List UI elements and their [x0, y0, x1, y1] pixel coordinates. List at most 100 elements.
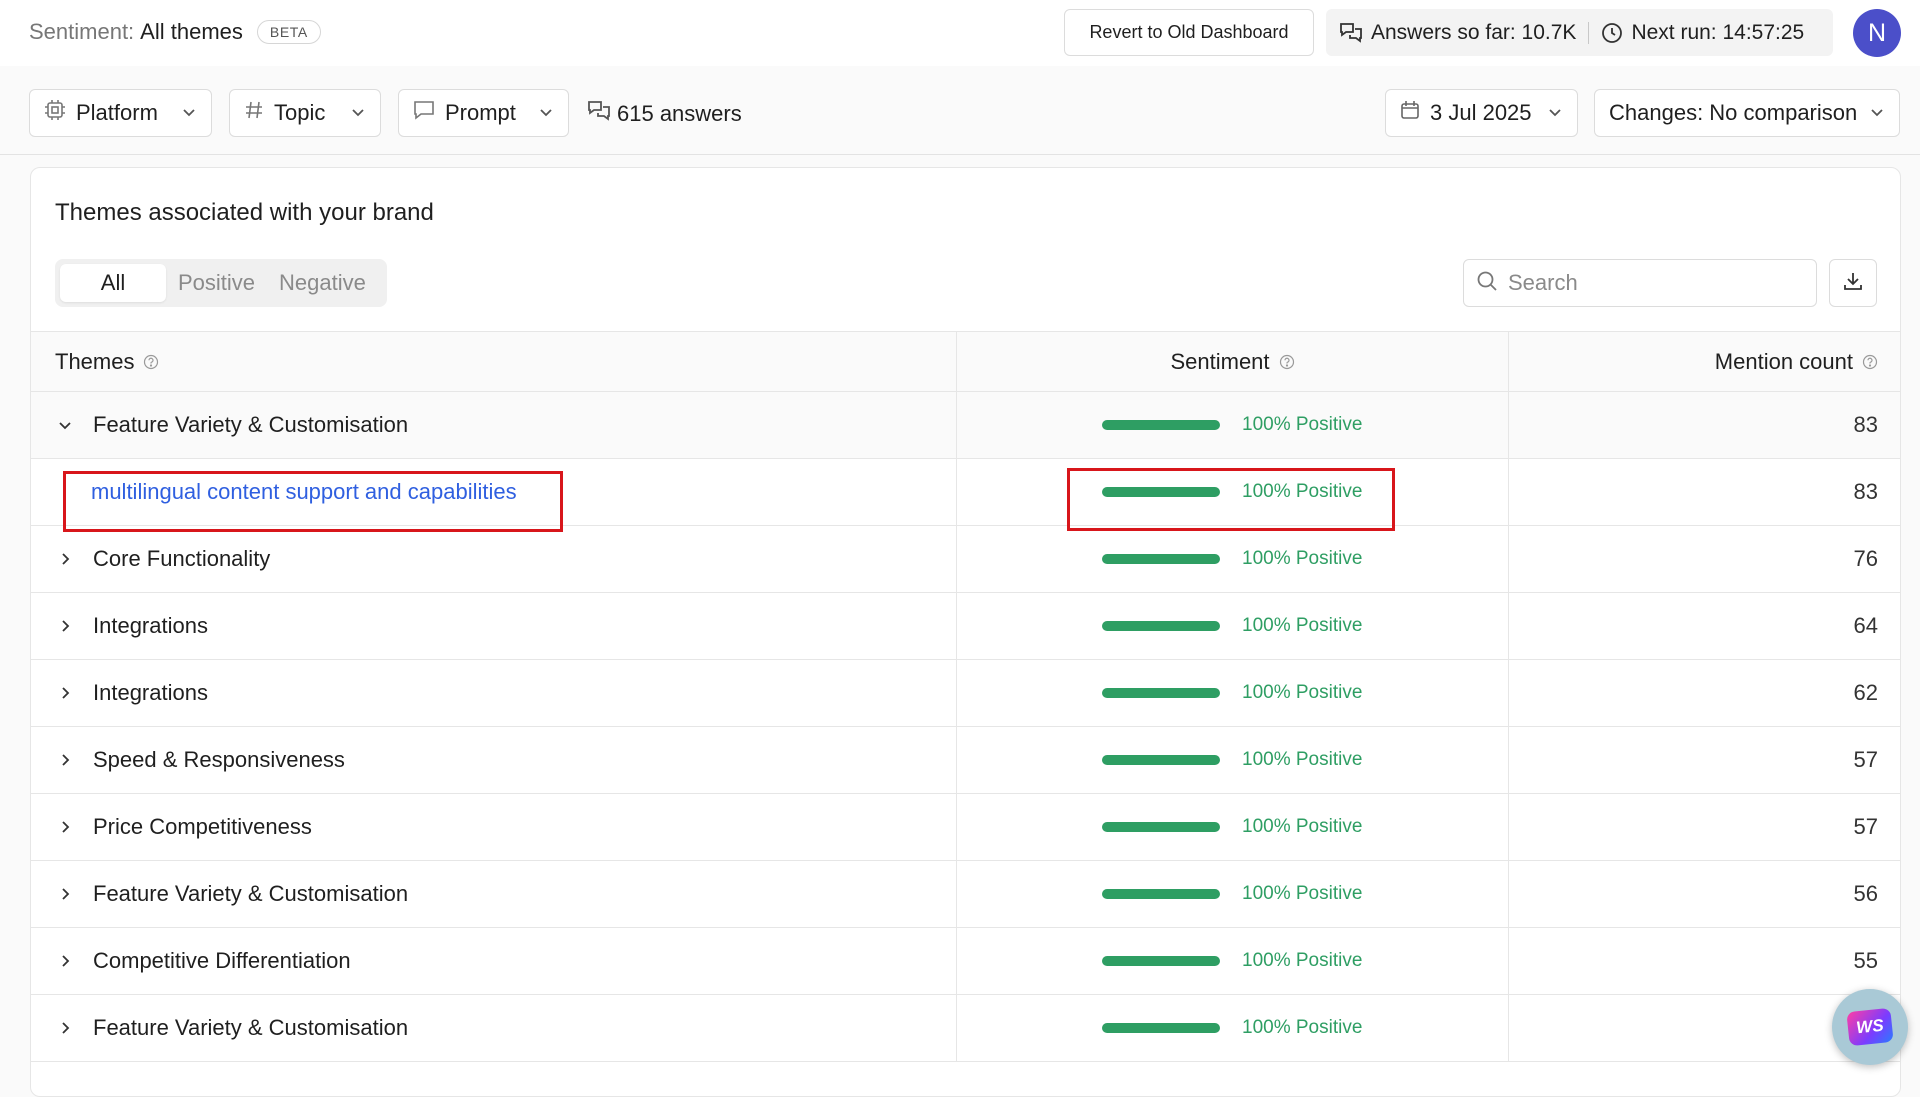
- table-row[interactable]: Integrations 100% Positive 62: [31, 660, 1900, 727]
- date-filter-label: 3 Jul 2025: [1430, 100, 1532, 125]
- table-row[interactable]: Price Competitiveness 100% Positive 57: [31, 794, 1900, 861]
- mention-count-cell: 76: [1509, 526, 1900, 592]
- table-row-child[interactable]: multilingual content support and capabil…: [31, 459, 1900, 526]
- beta-badge: BETA: [256, 20, 321, 44]
- sentiment-bar: [1102, 554, 1220, 564]
- answers-count-label: 615 answers: [617, 101, 742, 126]
- segment-negative[interactable]: Negative: [267, 264, 378, 302]
- theme-name: Integrations: [93, 680, 208, 705]
- sentiment-label: 100% Positive: [1242, 1017, 1363, 1038]
- mention-count-cell: 62: [1509, 660, 1900, 726]
- chat-widget-button[interactable]: WS: [1832, 989, 1908, 1065]
- theme-cell: Integrations: [31, 660, 957, 726]
- table-row[interactable]: Competitive Differentiation 100% Positive…: [31, 928, 1900, 995]
- mention-count-cell: 83: [1509, 392, 1900, 458]
- search-icon: [1476, 270, 1498, 297]
- chevron-right-icon[interactable]: [55, 1021, 75, 1035]
- chevron-right-icon[interactable]: [55, 753, 75, 767]
- sentiment-cell: 100% Positive: [957, 727, 1509, 793]
- sentiment-label: 100% Positive: [1242, 749, 1363, 770]
- chevron-right-icon[interactable]: [55, 619, 75, 633]
- sentiment-cell: 100% Positive: [957, 660, 1509, 726]
- mention-count: 56: [1853, 881, 1878, 906]
- revert-dashboard-button[interactable]: Revert to Old Dashboard: [1064, 9, 1314, 56]
- search-input[interactable]: [1508, 270, 1788, 296]
- themes-card: Themes associated with your brand All Po…: [30, 167, 1901, 1097]
- theme-cell: Feature Variety & Customisation: [31, 861, 957, 927]
- help-icon[interactable]: [1862, 354, 1878, 370]
- chat-bubbles-icon: [587, 100, 611, 128]
- header-sentiment: Sentiment: [957, 332, 1509, 391]
- mention-count-cell: 57: [1509, 727, 1900, 793]
- changes-comparison-select[interactable]: Changes: No comparison: [1594, 89, 1900, 137]
- themes-table: Themes Sentiment Mention count Feature V…: [31, 331, 1900, 1062]
- sentiment-indicator: 100% Positive: [1102, 950, 1362, 972]
- table-row[interactable]: Feature Variety & Customisation 100% Posi…: [31, 995, 1900, 1062]
- run-status-pill: Answers so far: 10.7K Next run: 14:57:25: [1326, 9, 1833, 56]
- sentiment-bar: [1102, 621, 1220, 631]
- chevron-down-icon[interactable]: [55, 418, 75, 432]
- page-title-value: All themes: [140, 19, 243, 44]
- theme-cell: Feature Variety & Customisation: [31, 995, 957, 1061]
- chevron-down-icon: [1547, 100, 1563, 126]
- sentiment-indicator: 100% Positive: [1102, 481, 1362, 503]
- sentiment-label: 100% Positive: [1242, 481, 1363, 502]
- topic-filter[interactable]: Topic: [229, 89, 381, 137]
- sentiment-bar: [1102, 420, 1220, 430]
- theme-link[interactable]: multilingual content support and capabil…: [91, 479, 517, 505]
- segment-positive[interactable]: Positive: [166, 264, 267, 302]
- header-themes: Themes: [31, 332, 957, 391]
- theme-name: Speed & Responsiveness: [93, 747, 345, 772]
- theme-name: Feature Variety & Customisation: [93, 412, 409, 437]
- user-avatar[interactable]: N: [1853, 9, 1901, 57]
- header-divider: [0, 154, 1920, 155]
- table-row[interactable]: Feature Variety & Customisation 100% Posi…: [31, 861, 1900, 928]
- table-row[interactable]: Core Functionality 100% Positive 76: [31, 526, 1900, 593]
- page-title-label: Sentiment:: [29, 19, 135, 44]
- chevron-right-icon[interactable]: [55, 552, 75, 566]
- help-icon[interactable]: [143, 354, 159, 370]
- platform-filter[interactable]: Platform: [29, 89, 212, 137]
- hash-icon: [244, 100, 264, 126]
- mention-count: 76: [1853, 546, 1878, 571]
- chevron-right-icon[interactable]: [55, 820, 75, 834]
- table-body: Feature Variety & Customisation 100% Posi…: [31, 392, 1900, 1062]
- mention-count: 83: [1853, 479, 1878, 504]
- chevron-right-icon[interactable]: [55, 887, 75, 901]
- mention-count-cell: 57: [1509, 794, 1900, 860]
- sentiment-cell: 100% Positive: [957, 459, 1509, 525]
- sentiment-indicator: 100% Positive: [1102, 883, 1362, 905]
- sentiment-bar: [1102, 822, 1220, 832]
- sentiment-indicator: 100% Positive: [1102, 749, 1362, 771]
- sentiment-indicator: 100% Positive: [1102, 1017, 1362, 1039]
- theme-cell: multilingual content support and capabil…: [31, 459, 957, 525]
- sentiment-cell: 100% Positive: [957, 392, 1509, 458]
- chevron-right-icon[interactable]: [55, 954, 75, 968]
- sentiment-label: 100% Positive: [1242, 414, 1363, 435]
- header-mention-count-label: Mention count: [1714, 348, 1853, 374]
- download-button[interactable]: [1829, 259, 1877, 307]
- chat-bubbles-icon: [1339, 22, 1363, 44]
- segment-all[interactable]: All: [60, 264, 166, 302]
- mention-count: 55: [1853, 948, 1878, 973]
- theme-name: Core Functionality: [93, 546, 271, 571]
- sentiment-bar: [1102, 755, 1220, 765]
- speech-bubble-icon: [413, 100, 435, 126]
- pill-divider: [1588, 21, 1590, 44]
- sentiment-bar: [1102, 889, 1220, 899]
- mention-count: 57: [1853, 747, 1878, 772]
- chevron-down-icon: [1869, 100, 1885, 126]
- chevron-right-icon[interactable]: [55, 686, 75, 700]
- date-filter[interactable]: 3 Jul 2025: [1385, 89, 1578, 137]
- sentiment-cell: 100% Positive: [957, 928, 1509, 994]
- table-row[interactable]: Speed & Responsiveness 100% Positive 57: [31, 727, 1900, 794]
- clock-icon: [1601, 22, 1623, 44]
- prompt-filter[interactable]: Prompt: [398, 89, 569, 137]
- mention-count-cell: 55: [1509, 928, 1900, 994]
- sentiment-indicator: 100% Positive: [1102, 548, 1362, 570]
- sentiment-label: 100% Positive: [1242, 950, 1363, 971]
- table-row[interactable]: Feature Variety & Customisation 100% Posi…: [31, 392, 1900, 459]
- help-icon[interactable]: [1279, 354, 1295, 370]
- search-field[interactable]: [1463, 259, 1817, 307]
- table-row[interactable]: Integrations 100% Positive 64: [31, 593, 1900, 660]
